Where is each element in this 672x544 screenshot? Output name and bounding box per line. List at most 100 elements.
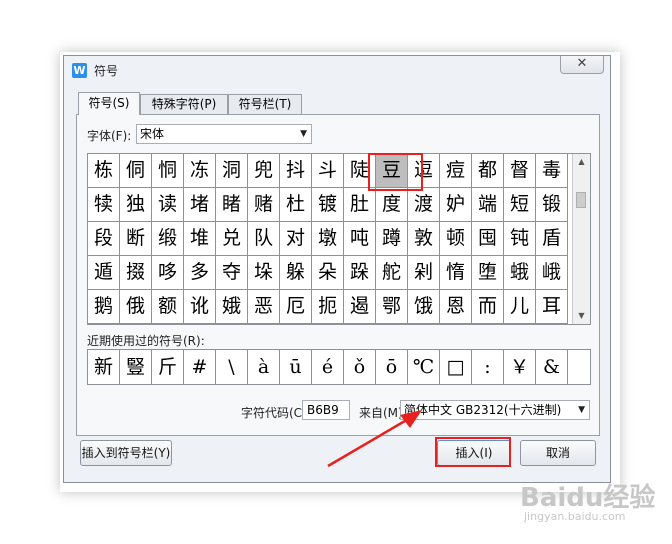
symbol-cell[interactable]: 舵 (376, 256, 408, 290)
symbol-cell[interactable]: 堆 (184, 222, 216, 256)
symbol-cell[interactable]: 俄 (120, 290, 152, 324)
symbol-cell[interactable]: 端 (472, 188, 504, 222)
symbol-cell[interactable]: 蛾 (504, 256, 536, 290)
symbol-cell[interactable]: 厄 (280, 290, 312, 324)
symbol-cell[interactable]: 栋 (88, 154, 120, 188)
symbol-cell[interactable]: 敦 (408, 222, 440, 256)
recent-symbol-cell[interactable]: & (536, 350, 568, 384)
scroll-down-icon[interactable]: ▼ (573, 308, 590, 324)
recent-symbol-cell[interactable]: 新 (88, 350, 120, 384)
symbol-cell[interactable]: 对 (280, 222, 312, 256)
symbol-cell[interactable]: 逗 (408, 154, 440, 188)
symbol-cell[interactable]: 睹 (216, 188, 248, 222)
symbol-cell[interactable]: 陡 (344, 154, 376, 188)
symbol-cell[interactable]: 多 (184, 256, 216, 290)
symbol-cell[interactable]: 峨 (536, 256, 568, 290)
symbol-cell[interactable]: 镀 (312, 188, 344, 222)
symbol-cell[interactable]: 娥 (216, 290, 248, 324)
symbol-cell[interactable]: 朵 (312, 256, 344, 290)
symbol-cell[interactable]: 遁 (88, 256, 120, 290)
symbol-cell[interactable]: 囤 (472, 222, 504, 256)
symbol-cell[interactable]: 盾 (536, 222, 568, 256)
cancel-button[interactable]: 取消 (520, 440, 596, 466)
symbol-cell[interactable]: 恩 (440, 290, 472, 324)
symbol-cell[interactable]: 读 (152, 188, 184, 222)
symbol-cell[interactable]: 赌 (248, 188, 280, 222)
symbol-cell[interactable]: 剁 (408, 256, 440, 290)
symbol-cell[interactable]: 肚 (344, 188, 376, 222)
symbol-cell[interactable]: 墩 (312, 222, 344, 256)
symbol-cell[interactable]: 扼 (312, 290, 344, 324)
symbol-cell[interactable]: 堵 (184, 188, 216, 222)
recent-symbol-cell[interactable]: ℃ (408, 350, 440, 384)
scroll-up-icon[interactable]: ▲ (573, 154, 590, 170)
symbol-cell[interactable]: 讹 (184, 290, 216, 324)
symbol-cell[interactable]: 掇 (120, 256, 152, 290)
symbol-cell[interactable]: 恫 (152, 154, 184, 188)
symbol-cell[interactable]: 度 (376, 188, 408, 222)
symbol-cell[interactable]: 惰 (440, 256, 472, 290)
title-bar[interactable]: W 符号 ✕ (64, 56, 610, 84)
scroll-thumb[interactable] (576, 192, 586, 208)
symbol-cell[interactable]: 独 (120, 188, 152, 222)
symbol-cell[interactable]: 垛 (248, 256, 280, 290)
symbol-cell[interactable]: 顿 (440, 222, 472, 256)
symbol-cell[interactable]: 而 (472, 290, 504, 324)
symbol-cell[interactable]: 妒 (440, 188, 472, 222)
symbol-cell[interactable]: 抖 (280, 154, 312, 188)
symbol-cell[interactable]: 队 (248, 222, 280, 256)
recent-symbol-cell[interactable]: ū (280, 350, 312, 384)
symbol-cell[interactable]: 遏 (344, 290, 376, 324)
tab-symbol-bar[interactable]: 符号栏(T) (228, 94, 302, 114)
symbol-cell[interactable]: 堕 (472, 256, 504, 290)
recent-symbol-cell[interactable]: 豎 (120, 350, 152, 384)
symbol-cell[interactable]: 夺 (216, 256, 248, 290)
insert-to-symbol-bar-button[interactable]: 插入到符号栏(Y) (80, 440, 172, 466)
recent-symbol-cell[interactable]: 斤 (152, 350, 184, 384)
symbol-cell[interactable]: 鄂 (376, 290, 408, 324)
char-code-input[interactable]: B6B9 (302, 400, 350, 420)
symbol-cell[interactable]: 段 (88, 222, 120, 256)
symbol-cell[interactable]: 毒 (536, 154, 568, 188)
symbol-cell[interactable]: 督 (504, 154, 536, 188)
recent-symbol-cell[interactable]: ǒ (344, 350, 376, 384)
tab-special-chars[interactable]: 特殊字符(P) (140, 94, 228, 114)
symbol-cell[interactable]: 耳 (536, 290, 568, 324)
recent-symbol-cell[interactable]: ō (376, 350, 408, 384)
tab-symbol[interactable]: 符号(S) (78, 92, 140, 115)
symbol-cell[interactable]: 饿 (408, 290, 440, 324)
symbol-cell[interactable]: 斗 (312, 154, 344, 188)
symbol-cell[interactable]: 侗 (120, 154, 152, 188)
symbol-cell[interactable]: 冻 (184, 154, 216, 188)
symbol-cell[interactable]: 渡 (408, 188, 440, 222)
symbol-cell[interactable]: 豆 (376, 154, 408, 188)
symbol-cell[interactable]: 兑 (216, 222, 248, 256)
recent-symbol-cell[interactable]: à (248, 350, 280, 384)
symbol-cell[interactable]: 鹅 (88, 290, 120, 324)
symbol-cell[interactable]: 恶 (248, 290, 280, 324)
symbol-cell[interactable]: 都 (472, 154, 504, 188)
symbol-cell[interactable]: 哆 (152, 256, 184, 290)
insert-button[interactable]: 插入(I) (437, 440, 511, 466)
recent-symbol-cell[interactable]: : (472, 350, 504, 384)
symbol-cell[interactable]: 杜 (280, 188, 312, 222)
symbol-cell[interactable]: 吨 (344, 222, 376, 256)
symbol-cell[interactable]: 儿 (504, 290, 536, 324)
recent-symbol-cell[interactable]: ￥ (504, 350, 536, 384)
font-select[interactable]: 宋体 ▼ (136, 124, 312, 144)
symbol-cell[interactable]: 跺 (344, 256, 376, 290)
symbol-cell[interactable]: 蹲 (376, 222, 408, 256)
symbol-cell[interactable]: 缎 (152, 222, 184, 256)
symbol-cell[interactable]: 洞 (216, 154, 248, 188)
encoding-select[interactable]: 简体中文 GB2312(十六进制) ▼ (400, 400, 590, 420)
close-button[interactable]: ✕ (560, 56, 604, 74)
recent-symbol-cell[interactable]: \ (216, 350, 248, 384)
symbol-cell[interactable]: 兜 (248, 154, 280, 188)
recent-symbol-cell[interactable]: □ (440, 350, 472, 384)
symbol-cell[interactable]: 断 (120, 222, 152, 256)
symbol-cell[interactable]: 额 (152, 290, 184, 324)
symbol-cell[interactable]: 锻 (536, 188, 568, 222)
symbol-cell[interactable]: 躲 (280, 256, 312, 290)
symbol-cell[interactable]: 犊 (88, 188, 120, 222)
grid-scrollbar[interactable]: ▲ ▼ (572, 154, 590, 324)
